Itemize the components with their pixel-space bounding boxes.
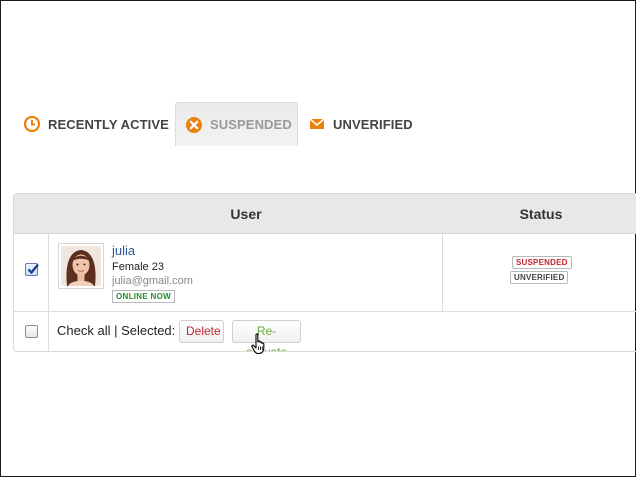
user-photo-icon [61, 246, 101, 286]
user-email: julia@gmail.com [112, 275, 193, 287]
table-header: User Status [14, 194, 636, 234]
delete-button[interactable]: Delete [179, 320, 224, 343]
user-gender-age: Female 23 [112, 261, 164, 273]
avatar[interactable] [58, 243, 104, 289]
tab-label: SUSPENDED [210, 117, 292, 132]
bulk-actions-label: Check all | Selected: [57, 323, 176, 338]
status-badge-unverified: UNVERIFIED [510, 271, 569, 284]
tab-recently-active[interactable]: RECENTLY ACTIVE [23, 102, 169, 146]
x-circle-icon [185, 116, 203, 134]
tab-label: UNVERIFIED [333, 116, 413, 132]
tab-suspended[interactable]: SUSPENDED [175, 102, 298, 146]
status-badge-suspended: SUSPENDED [512, 256, 572, 269]
check-all-checkbox[interactable] [25, 325, 38, 338]
users-table: User Status julia Female 23 julia@gmail.… [13, 193, 636, 352]
clock-icon [23, 115, 41, 133]
column-header-status: Status [519, 206, 563, 222]
envelope-icon [308, 115, 326, 133]
online-now-badge: ONLINE NOW [112, 290, 175, 303]
checkmark-icon [27, 263, 39, 275]
user-name-link[interactable]: julia [112, 243, 135, 258]
hand-pointer-cursor-icon [251, 333, 265, 355]
table-row: julia Female 23 julia@gmail.com ONLINE N… [14, 234, 636, 312]
tab-unverified[interactable]: UNVERIFIED [308, 102, 413, 146]
column-header-user: User [230, 206, 262, 222]
status-tabs: RECENTLY ACTIVE SUSPENDED UNVERIFIED [1, 102, 636, 146]
row-select-checkbox[interactable] [25, 263, 39, 276]
bulk-actions-row: Check all | Selected: Delete Re-activate [14, 312, 636, 351]
tab-label: RECENTLY ACTIVE [48, 116, 169, 132]
